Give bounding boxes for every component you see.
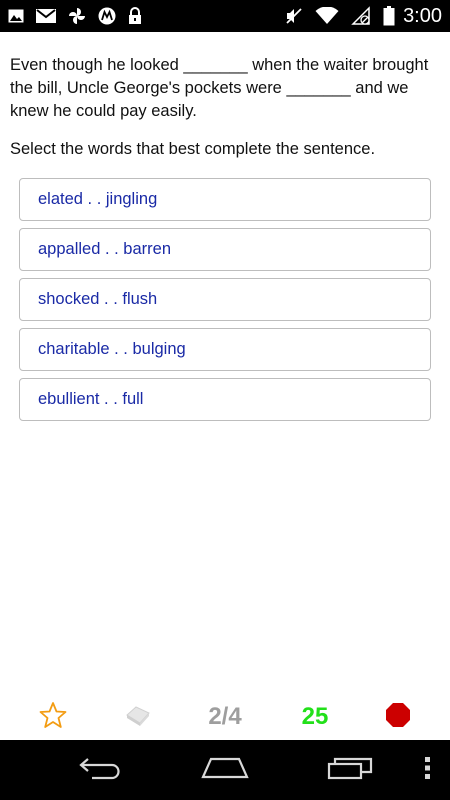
answer-option-label: elated . . jingling	[38, 190, 158, 208]
gmail-icon	[36, 9, 56, 23]
answer-option-label: charitable . . bulging	[38, 340, 186, 358]
bottom-toolbar: 2/4 25	[0, 694, 450, 740]
photos-icon	[68, 7, 86, 25]
status-time: 3:00	[403, 4, 442, 27]
navigation-bar	[0, 740, 450, 800]
mute-icon	[285, 7, 303, 25]
battery-icon	[383, 6, 395, 26]
back-icon	[78, 756, 122, 785]
score-text: 25	[301, 703, 329, 730]
answer-option-label: shocked . . flush	[38, 290, 158, 308]
stop-icon	[385, 702, 411, 733]
score-indicator: 25	[290, 694, 340, 740]
recents-button[interactable]	[320, 740, 380, 800]
progress-text: 2/4	[208, 703, 242, 730]
gallery-icon	[8, 9, 24, 23]
answer-options: elated . . jingling appalled . . barren …	[0, 161, 450, 421]
favorite-button[interactable]	[33, 694, 73, 740]
answer-option[interactable]: elated . . jingling	[19, 178, 431, 221]
status-bar: 3:00	[0, 0, 450, 32]
answer-option-label: appalled . . barren	[38, 240, 172, 258]
answer-option-label: ebullient . . full	[38, 390, 144, 408]
status-left-icons	[8, 7, 154, 25]
home-button[interactable]	[195, 740, 255, 800]
back-button[interactable]	[70, 740, 130, 800]
question-instruction: Select the words that best complete the …	[10, 140, 376, 158]
hint-icon	[123, 702, 153, 733]
star-icon	[39, 701, 67, 734]
answer-option[interactable]: ebullient . . full	[19, 378, 431, 421]
progress-indicator: 2/4	[195, 694, 255, 740]
question-text: Even though he looked _______ when the w…	[10, 56, 433, 120]
lock-icon	[128, 7, 142, 25]
recents-icon	[327, 756, 373, 785]
home-icon	[201, 757, 249, 784]
status-right-icons: 3:00	[273, 5, 442, 28]
overflow-menu-icon	[425, 756, 431, 784]
wifi-icon	[315, 7, 339, 25]
hint-button[interactable]	[118, 694, 158, 740]
motorola-icon	[98, 7, 116, 25]
answer-option[interactable]: appalled . . barren	[19, 228, 431, 271]
answer-option[interactable]: charitable . . bulging	[19, 328, 431, 371]
answer-option[interactable]: shocked . . flush	[19, 278, 431, 321]
stop-button[interactable]	[378, 694, 418, 740]
menu-button[interactable]	[418, 740, 438, 800]
no-sim-icon	[351, 6, 371, 26]
question-panel: Even though he looked _______ when the w…	[0, 32, 450, 428]
